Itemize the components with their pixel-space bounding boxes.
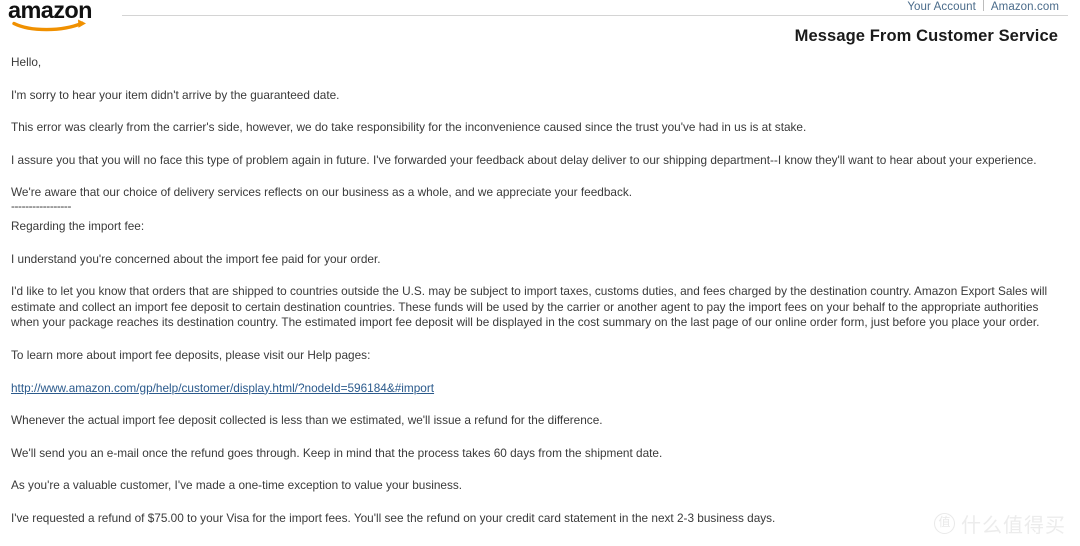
section-divider: ----------------- <box>11 198 71 213</box>
page-header: Your Account Amazon.com amazon Message Fr… <box>0 0 1080 45</box>
section-heading-import-fee: Regarding the import fee: <box>11 218 145 233</box>
header-divider-rule <box>122 15 1068 16</box>
message-body: Hello, I'm sorry to hear your item didn'… <box>11 55 1056 544</box>
paragraph-help-pages-intro: To learn more about import fee deposits,… <box>11 347 371 362</box>
paragraph-refund-requested: I've requested a refund of $75.00 to you… <box>11 510 776 525</box>
paragraph-carrier-error: This error was clearly from the carrier'… <box>11 120 807 135</box>
paragraph-apology: I'm sorry to hear your item didn't arriv… <box>11 87 340 102</box>
paragraph-import-explanation: I'd like to let you know that orders tha… <box>11 284 1048 330</box>
paragraph-import-concern: I understand you're concerned about the … <box>11 251 381 266</box>
help-link-paragraph: http://www.amazon.com/gp/help/customer/d… <box>11 381 1056 397</box>
paragraph-refund-email: We'll send you an e-mail once the refund… <box>11 445 663 460</box>
paragraph-feedback: We're aware that our choice of delivery … <box>11 185 633 200</box>
paragraph-assurance: I assure you that you will no face this … <box>11 152 1037 167</box>
paragraph-refund-difference: Whenever the actual import fee deposit c… <box>11 413 603 428</box>
page-title: Message From Customer Service <box>794 27 1058 45</box>
amazon-logo[interactable]: amazon <box>8 0 120 32</box>
svg-text:amazon: amazon <box>8 0 92 23</box>
import-fee-help-link[interactable]: http://www.amazon.com/gp/help/customer/d… <box>11 381 434 395</box>
greeting-text: Hello, <box>11 55 42 69</box>
paragraph-valued-customer: As you're a valuable customer, I've made… <box>11 478 463 493</box>
